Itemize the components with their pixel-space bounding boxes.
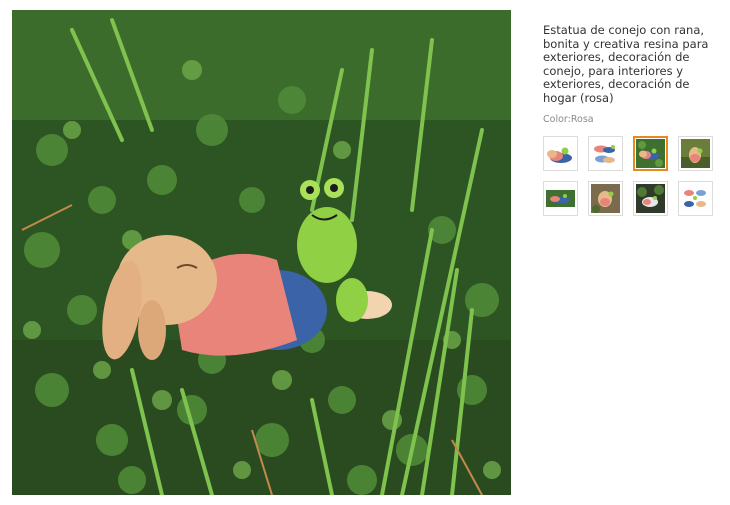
rabbit-in-plants — [636, 183, 665, 213]
color-selection: Color:Rosa — [543, 114, 718, 125]
rabbit-sitting-garden — [681, 138, 710, 168]
rabbit-on-grass — [636, 138, 665, 168]
rabbit-on-ground — [591, 183, 620, 213]
thumbnail-1[interactable] — [543, 135, 578, 171]
thumbnail-2[interactable] — [588, 135, 623, 171]
thumbnail-6[interactable] — [588, 180, 623, 216]
thumbnail-4[interactable] — [678, 135, 713, 171]
product-title: Estatua de conejo con rana, bonita y cre… — [543, 23, 709, 105]
rabbit-frog-statue-photo — [12, 10, 511, 495]
rabbit-variants-white-bg — [681, 183, 710, 213]
rabbit-lying-white-bg — [546, 138, 575, 168]
color-value: Rosa — [570, 113, 594, 125]
thumbnail-7[interactable] — [633, 180, 668, 216]
color-label: Color: — [543, 113, 571, 125]
thumbnail-3[interactable] — [633, 135, 668, 171]
thumbnail-8[interactable] — [678, 180, 713, 216]
rabbit-pair-white-bg — [591, 138, 620, 168]
product-info-panel: Estatua de conejo con rana, bonita y cre… — [543, 23, 718, 216]
thumbnail-gallery — [543, 135, 718, 216]
rabbit-on-grass-wide — [546, 183, 575, 213]
thumbnail-5[interactable] — [543, 180, 578, 216]
main-product-image[interactable] — [12, 10, 511, 495]
